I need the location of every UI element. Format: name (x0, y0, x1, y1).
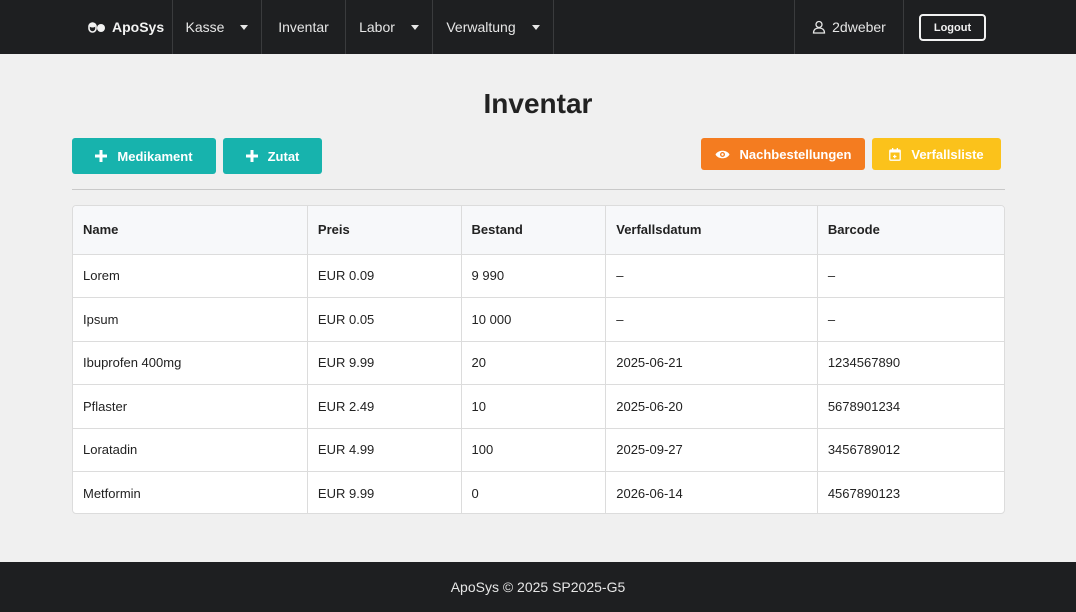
cell-price: EUR 9.99 (307, 471, 462, 513)
footer: ApoSys © 2025 SP2025-G5 (0, 562, 1076, 612)
nav-inventar-label: Inventar (278, 19, 329, 35)
nav-labor[interactable]: Labor (345, 0, 432, 54)
plus-icon (245, 150, 258, 162)
cell-barcode: – (817, 297, 1004, 342)
cell-name: Pflaster (73, 384, 308, 429)
username: 2dweber (832, 19, 886, 35)
column-header-barcode[interactable]: Barcode (817, 206, 1004, 255)
table-row[interactable]: Lorem EUR 0.09 9 990 – – (73, 254, 1004, 298)
nav-verwaltung-label: Verwaltung (446, 19, 516, 35)
reorders-label: Nachbestellungen (739, 146, 852, 162)
eye-icon (715, 149, 730, 160)
column-header-price[interactable]: Preis (307, 206, 462, 255)
cell-name: Ipsum (73, 297, 308, 342)
nav-labor-label: Labor (359, 19, 395, 35)
brand-link[interactable]: ApoSys (88, 0, 173, 54)
table-row[interactable]: Pflaster EUR 2.49 10 2025-06-20 56789012… (73, 384, 1004, 429)
table-row[interactable]: Loratadin EUR 4.99 100 2025-09-27 345678… (73, 428, 1004, 472)
top-navbar: ApoSys Kasse Inventar Labor Verwaltung 2… (0, 0, 1076, 54)
logout-button[interactable]: Logout (919, 14, 986, 41)
cell-stock: 9 990 (461, 254, 607, 298)
cell-stock: 10 (461, 384, 607, 429)
table-row[interactable]: Ibuprofen 400mg EUR 9.99 20 2025-06-21 1… (73, 341, 1004, 385)
add-medication-button[interactable]: Medikament (72, 138, 216, 174)
page-title: Inventar (483, 88, 593, 119)
add-ingredient-label: Zutat (267, 148, 300, 164)
cell-name: Metformin (73, 471, 308, 513)
nav-kasse[interactable]: Kasse (172, 0, 261, 54)
cell-price: EUR 9.99 (307, 341, 462, 385)
cell-expiry: 2026-06-14 (605, 471, 818, 513)
column-header-name[interactable]: Name (73, 206, 308, 255)
expiry-list-label: Verfallsliste (911, 146, 984, 162)
add-ingredient-button[interactable]: Zutat (223, 138, 322, 174)
cell-name: Lorem (73, 254, 308, 298)
divider (72, 189, 1005, 190)
nav-inventar[interactable]: Inventar (261, 0, 345, 54)
cell-price: EUR 4.99 (307, 428, 462, 472)
add-medication-label: Medikament (117, 148, 193, 164)
cell-barcode: 5678901234 (817, 384, 1004, 429)
cell-expiry: 2025-06-20 (605, 384, 818, 429)
calendar-icon (889, 147, 902, 161)
cell-expiry: – (605, 297, 818, 342)
cell-name: Ibuprofen 400mg (73, 341, 308, 385)
cell-price: EUR 2.49 (307, 384, 462, 429)
column-header-stock[interactable]: Bestand (461, 206, 607, 255)
cell-stock: 10 000 (461, 297, 607, 342)
table-row[interactable]: Metformin EUR 9.99 0 2026-06-14 45678901… (73, 471, 1004, 513)
nav-verwaltung[interactable]: Verwaltung (432, 0, 554, 54)
inventory-table: Name Preis Bestand Verfallsdatum Barcode… (72, 205, 1005, 514)
cell-barcode: 3456789012 (817, 428, 1004, 472)
cell-barcode: 4567890123 (827, 486, 901, 501)
user-menu[interactable]: 2dweber (794, 0, 904, 54)
footer-text: ApoSys © 2025 SP2025-G5 (450, 579, 626, 595)
plus-icon (95, 150, 108, 162)
caret-down-icon (240, 24, 249, 30)
cell-price: EUR 0.05 (307, 297, 462, 342)
column-header-expiry[interactable]: Verfallsdatum (605, 206, 818, 255)
cell-expiry: – (605, 254, 818, 298)
cell-barcode: – (817, 254, 1004, 298)
cell-name: Loratadin (73, 428, 308, 472)
cell-expiry: 2025-09-27 (605, 428, 818, 472)
cell-stock: 100 (461, 428, 607, 472)
cell-stock: 0 (461, 471, 607, 513)
caret-down-icon (531, 24, 540, 30)
reorders-button[interactable]: Nachbestellungen (701, 138, 865, 170)
nav-kasse-label: Kasse (185, 19, 225, 35)
cell-price: EUR 0.09 (307, 254, 462, 298)
cell-stock: 20 (461, 341, 607, 385)
caret-down-icon (410, 24, 419, 30)
table-header-row: Name Preis Bestand Verfallsdatum Barcode (73, 206, 1004, 255)
pills-icon (88, 20, 106, 34)
expiry-list-button[interactable]: Verfallsliste (872, 138, 1001, 170)
cell-barcode: 1234567890 (817, 341, 1004, 385)
cell-expiry: 2025-06-21 (605, 341, 818, 385)
table-row[interactable]: Ipsum EUR 0.05 10 000 – – (73, 297, 1004, 342)
user-icon (812, 20, 826, 34)
brand-name: ApoSys (112, 19, 165, 35)
